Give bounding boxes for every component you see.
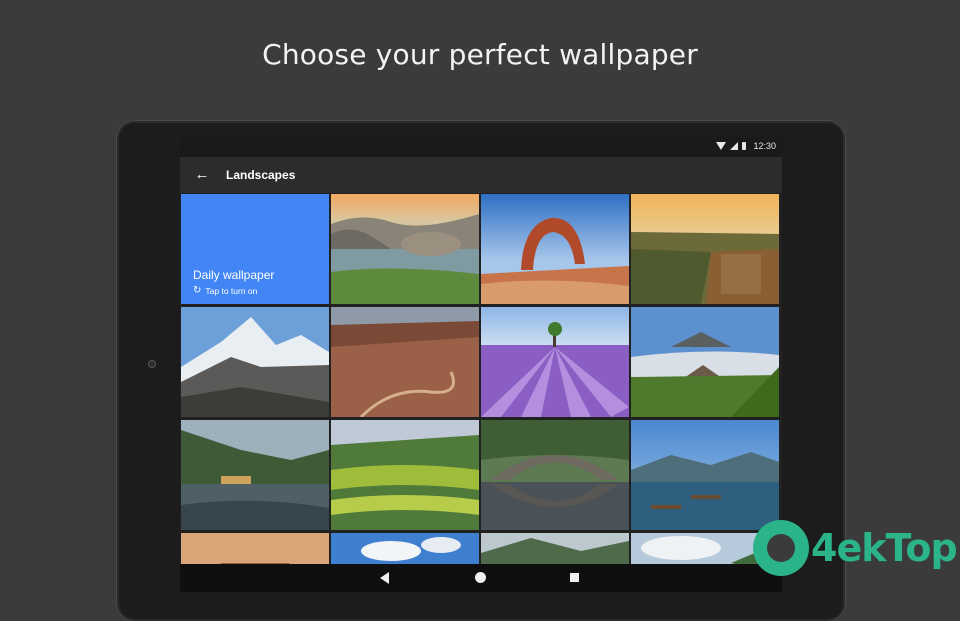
daily-wallpaper-title: Daily wallpaper — [193, 268, 275, 282]
watermark-text: 4ekTop — [811, 526, 958, 570]
battery-icon — [742, 142, 747, 150]
refresh-icon: ↻ — [193, 285, 202, 296]
wallpaper-desert-canyon-road[interactable] — [331, 307, 479, 417]
recents-nav-icon[interactable] — [570, 573, 579, 582]
app-bar-title: Landscapes — [226, 168, 296, 182]
wallpaper-desert-mesa[interactable] — [181, 533, 329, 564]
status-time: 12:30 — [753, 141, 776, 151]
watermark-logo-icon — [753, 520, 809, 576]
wallpaper-volcano-valley[interactable] — [631, 307, 779, 417]
navigation-bar — [180, 564, 782, 592]
wallpaper-misty-green-hills[interactable] — [481, 533, 629, 564]
daily-wallpaper-subtitle: Tap to turn on — [205, 286, 258, 296]
wallpaper-red-rock-arch[interactable] — [481, 194, 629, 304]
wallpaper-blue-sky-clouds[interactable] — [331, 533, 479, 564]
arrow-back-icon[interactable]: ← — [190, 163, 214, 187]
app-bar: ← Landscapes — [180, 157, 782, 193]
page-headline: Choose your perfect wallpaper — [262, 38, 698, 71]
tablet-camera — [148, 360, 156, 368]
wallpaper-grid: Daily wallpaper ↻ Tap to turn on — [181, 194, 781, 564]
signal-icon — [730, 142, 739, 150]
home-nav-icon[interactable] — [475, 572, 486, 583]
wallpaper-snowy-mountain-peaks[interactable] — [181, 307, 329, 417]
wallpaper-rice-terraces[interactable] — [331, 420, 479, 530]
wallpaper-mountain-lake-village[interactable] — [181, 420, 329, 530]
back-nav-icon[interactable] — [380, 572, 389, 584]
daily-wallpaper-tile[interactable]: Daily wallpaper ↻ Tap to turn on — [181, 194, 329, 304]
wallpaper-canyon-cliffs-sunset[interactable] — [631, 194, 779, 304]
device-screen: 12:30 ← Landscapes Daily wallpaper ↻ Tap… — [180, 137, 782, 592]
wallpaper-rocky-lake-sunset[interactable] — [331, 194, 479, 304]
status-bar: 12:30 — [180, 137, 782, 157]
watermark: 4ekTop — [753, 520, 958, 576]
wallpaper-lavender-field-tree[interactable] — [481, 307, 629, 417]
wallpaper-boats-mountain-bay[interactable] — [631, 420, 779, 530]
wifi-icon — [716, 142, 727, 150]
wallpaper-stone-bridge-river[interactable] — [481, 420, 629, 530]
